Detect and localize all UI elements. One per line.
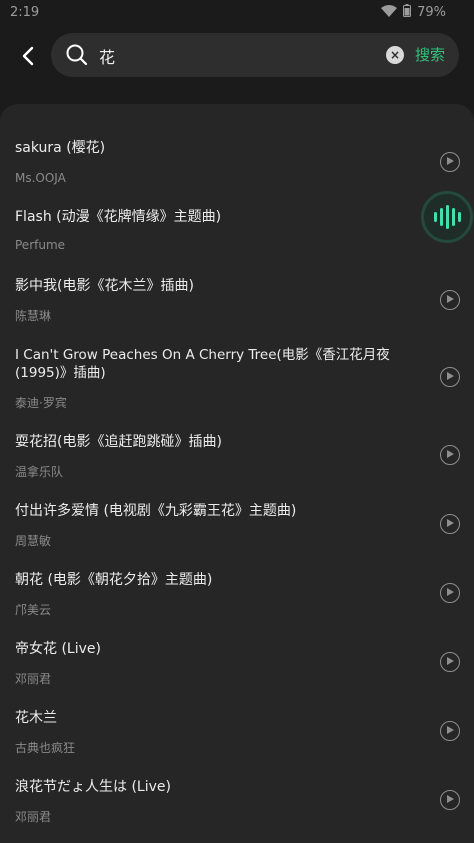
play-icon[interactable] [440,290,460,310]
battery-percent: 79% [417,5,446,20]
song-artist: 邝美云 [15,603,52,617]
song-artist: Ms.OOJA [15,171,66,185]
song-artist: 邓丽君 [15,810,52,824]
play-icon[interactable] [440,367,460,387]
song-title: sakura (樱花) [15,140,106,156]
search-input[interactable]: 花 [99,44,115,68]
play-icon[interactable] [440,790,460,810]
song-artist: 周慧敏 [15,534,52,548]
wifi-icon [381,4,398,21]
status-bar: 2:19 79% [0,0,474,26]
song-artist: 邓丽君 [15,672,52,686]
play-icon[interactable] [440,152,460,172]
search-header: 花 × 搜索 [0,26,474,96]
clear-icon[interactable]: × [386,46,404,64]
battery-icon [403,4,412,21]
song-artist: 温拿乐队 [15,465,64,479]
play-icon[interactable] [440,652,460,672]
song-artist: 泰迪·罗宾 [15,396,67,410]
song-artist: Perfume [15,238,66,252]
play-icon[interactable] [440,721,460,741]
song-title: 付出许多爱情 (电视剧《九彩霸王花》主题曲) [15,503,297,519]
song-title: Flash (动漫《花牌情缘》主题曲) [15,209,222,225]
song-recognition-button[interactable] [421,191,473,243]
play-icon[interactable] [440,445,460,465]
results-list: sakura (樱花) Ms.OOJA Flash (动漫《花牌情缘》主题曲) … [0,104,474,843]
play-icon[interactable] [440,514,460,534]
search-icon [66,44,88,66]
song-title: 耍花招(电影《追赶跑跳碰》插曲) [15,434,222,450]
audio-wave-icon [433,212,437,222]
status-time: 2:19 [10,5,40,20]
song-artist: 陈慧琳 [15,309,52,323]
song-title: 帝女花 (Live) [15,641,101,657]
chevron-left-icon [22,46,34,66]
song-title: I Can't Grow Peaches On A Cherry Tree(电影… [15,347,390,381]
back-button[interactable] [12,40,44,72]
play-icon[interactable] [440,583,460,603]
search-bar[interactable]: 花 × 搜索 [51,33,459,77]
song-title: 花木兰 [15,710,57,726]
song-title: 浪花节だょ人生は (Live) [15,779,171,795]
song-artist: 古典也疯狂 [15,741,76,755]
song-title: 朝花 (电影《朝花夕拾》主题曲) [15,572,213,588]
search-button[interactable]: 搜索 [415,44,445,65]
song-title: 影中我(电影《花木兰》插曲) [15,278,194,294]
